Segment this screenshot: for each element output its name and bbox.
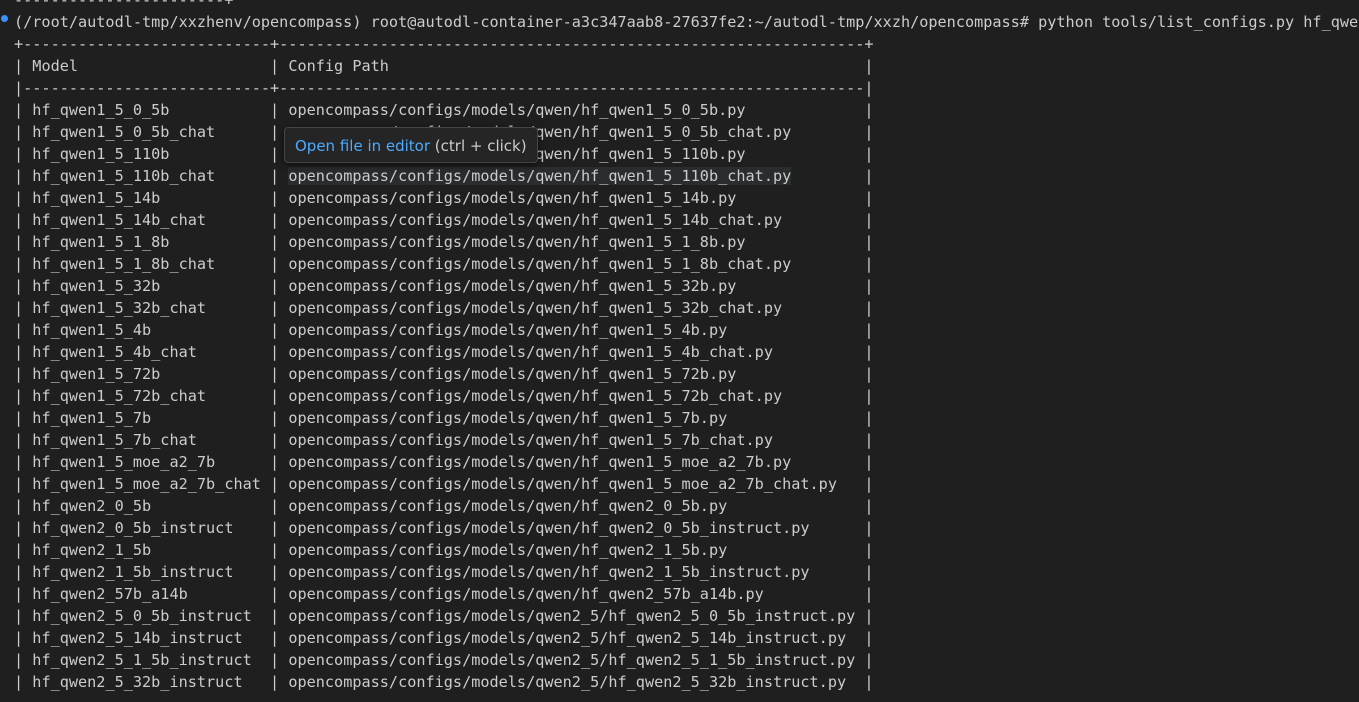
config-path-link[interactable]: opencompass/configs/models/qwen/hf_qwen1… <box>288 387 782 405</box>
header-model: Model <box>32 57 79 75</box>
model-name-cell: hf_qwen2_1_5b <box>32 541 152 559</box>
model-name-cell: hf_qwen1_5_4b_chat <box>32 343 197 361</box>
open-file-tooltip[interactable]: Open file in editor (ctrl + click) <box>284 127 538 163</box>
command-text: python tools/list_configs.py hf_qwen <box>1038 13 1359 31</box>
config-path-link[interactable]: opencompass/configs/models/qwen/hf_qwen1… <box>288 365 736 383</box>
config-path-link[interactable]: opencompass/configs/models/qwen/hf_qwen2… <box>288 541 727 559</box>
table-row: | hf_qwen1_5_72b | opencompass/configs/m… <box>14 365 874 383</box>
table-header-row: | Model | Config Path | <box>14 57 874 75</box>
table-row: | hf_qwen2_5_0_5b_instruct | opencompass… <box>14 607 874 625</box>
config-path-link[interactable]: opencompass/configs/models/qwen2_5/hf_qw… <box>288 629 846 647</box>
model-name-cell: hf_qwen1_5_4b <box>32 321 152 339</box>
model-name-cell: hf_qwen1_5_moe_a2_7b_chat <box>32 475 261 493</box>
table-row: | hf_qwen1_5_4b_chat | opencompass/confi… <box>14 343 874 361</box>
config-path-link[interactable]: opencompass/configs/models/qwen/hf_qwen1… <box>288 189 736 207</box>
config-path-link[interactable]: opencompass/configs/models/qwen2_5/hf_qw… <box>288 651 855 669</box>
model-name-cell: hf_qwen2_0_5b_instruct <box>32 519 234 537</box>
config-path-link[interactable]: opencompass/configs/models/qwen2_5/hf_qw… <box>288 673 846 691</box>
table-row: | hf_qwen2_1_5b | opencompass/configs/mo… <box>14 541 874 559</box>
config-path-link[interactable]: opencompass/configs/models/qwen/hf_qwen1… <box>288 255 791 273</box>
table-row: | hf_qwen1_5_32b_chat | opencompass/conf… <box>14 299 874 317</box>
config-path-link[interactable]: opencompass/configs/models/qwen/hf_qwen1… <box>288 101 745 119</box>
model-name-cell: hf_qwen1_5_1_8b <box>32 233 170 251</box>
config-path-link[interactable]: opencompass/configs/models/qwen/hf_qwen1… <box>288 299 782 317</box>
model-name-cell: hf_qwen1_5_0_5b <box>32 101 170 119</box>
table-border-mid: |---------------------------+-----------… <box>14 79 874 97</box>
table-row: | hf_qwen1_5_4b | opencompass/configs/mo… <box>14 321 874 339</box>
table-row: | hf_qwen1_5_0_5b | opencompass/configs/… <box>14 101 874 119</box>
terminal-panel[interactable]: -----------------------+ (/root/autodl-t… <box>0 0 1359 702</box>
config-path-link[interactable]: opencompass/configs/models/qwen/hf_qwen2… <box>288 585 763 603</box>
prompt-env: (/root/autodl-tmp/xxzhenv/opencompass) <box>14 13 362 31</box>
model-name-cell: hf_qwen1_5_14b_chat <box>32 211 207 229</box>
model-name-cell: hf_qwen1_5_72b <box>32 365 161 383</box>
config-path-link[interactable]: opencompass/configs/models/qwen/hf_qwen2… <box>288 497 727 515</box>
config-path-link[interactable]: opencompass/configs/models/qwen/hf_qwen1… <box>288 321 727 339</box>
model-name-cell: hf_qwen1_5_7b <box>32 409 152 427</box>
config-path-link[interactable]: opencompass/configs/models/qwen/hf_qwen1… <box>288 431 773 449</box>
table-row: | hf_qwen2_5_14b_instruct | opencompass/… <box>14 629 874 647</box>
model-name-cell: hf_qwen1_5_72b_chat <box>32 387 207 405</box>
model-name-cell: hf_qwen1_5_32b <box>32 277 161 295</box>
table-row: | hf_qwen1_5_14b_chat | opencompass/conf… <box>14 211 874 229</box>
table-row: | hf_qwen1_5_7b_chat | opencompass/confi… <box>14 431 874 449</box>
tooltip-shortcut-hint: (ctrl + click) <box>430 137 527 155</box>
config-path-link[interactable]: opencompass/configs/models/qwen/hf_qwen1… <box>288 167 792 185</box>
config-path-link[interactable]: opencompass/configs/models/qwen/hf_qwen1… <box>288 409 727 427</box>
model-name-cell: hf_qwen1_5_14b <box>32 189 161 207</box>
model-name-cell: hf_qwen2_5_1_5b_instruct <box>32 651 252 669</box>
table-row: | hf_qwen1_5_72b_chat | opencompass/conf… <box>14 387 874 405</box>
table-top-border-fragment: -----------------------+ <box>14 0 234 9</box>
model-name-cell: hf_qwen1_5_110b <box>32 145 170 163</box>
config-path-link[interactable]: opencompass/configs/models/qwen/hf_qwen1… <box>288 211 782 229</box>
table-row: | hf_qwen1_5_1_8b_chat | opencompass/con… <box>14 255 874 273</box>
config-path-link[interactable]: opencompass/configs/models/qwen/hf_qwen1… <box>288 453 791 471</box>
model-name-cell: hf_qwen2_1_5b_instruct <box>32 563 234 581</box>
open-file-in-editor-link[interactable]: Open file in editor <box>295 137 430 155</box>
model-name-cell: hf_qwen1_5_110b_chat <box>32 167 216 185</box>
table-row: | hf_qwen2_0_5b_instruct | opencompass/c… <box>14 519 874 537</box>
config-path-link[interactable]: opencompass/configs/models/qwen/hf_qwen2… <box>288 563 809 581</box>
table-row: | hf_qwen1_5_1_8b | opencompass/configs/… <box>14 233 874 251</box>
table-row: | hf_qwen2_5_1_5b_instruct | opencompass… <box>14 651 874 669</box>
config-path-link[interactable]: opencompass/configs/models/qwen/hf_qwen1… <box>288 277 736 295</box>
table-row: | hf_qwen1_5_110b_chat | opencompass/con… <box>14 167 874 185</box>
model-name-cell: hf_qwen2_5_32b_instruct <box>32 673 243 691</box>
config-path-link[interactable]: opencompass/configs/models/qwen/hf_qwen1… <box>288 343 773 361</box>
table-row: | hf_qwen2_5_32b_instruct | opencompass/… <box>14 673 874 691</box>
model-name-cell: hf_qwen2_5_0_5b_instruct <box>32 607 252 625</box>
table-row: | hf_qwen2_57b_a14b | opencompass/config… <box>14 585 874 603</box>
table-row: | hf_qwen1_5_7b | opencompass/configs/mo… <box>14 409 874 427</box>
config-path-link[interactable]: opencompass/configs/models/qwen/hf_qwen1… <box>288 475 837 493</box>
prompt-line: (/root/autodl-tmp/xxzhenv/opencompass) r… <box>14 11 1359 33</box>
config-path-link[interactable]: opencompass/configs/models/qwen2_5/hf_qw… <box>288 607 855 625</box>
config-path-link[interactable]: opencompass/configs/models/qwen/hf_qwen1… <box>288 233 745 251</box>
model-name-cell: hf_qwen1_5_moe_a2_7b <box>32 453 216 471</box>
table-row: | hf_qwen1_5_moe_a2_7b_chat | opencompas… <box>14 475 874 493</box>
table-row: | hf_qwen1_5_14b | opencompass/configs/m… <box>14 189 874 207</box>
model-name-cell: hf_qwen2_5_14b_instruct <box>32 629 243 647</box>
model-name-cell: hf_qwen2_57b_a14b <box>32 585 188 603</box>
header-config-path: Config Path <box>288 57 389 75</box>
table-row: | hf_qwen1_5_32b | opencompass/configs/m… <box>14 277 874 295</box>
prompt-user: root@autodl-container-a3c347aab8-27637fe… <box>370 13 1029 31</box>
model-name-cell: hf_qwen1_5_32b_chat <box>32 299 207 317</box>
model-name-cell: hf_qwen1_5_1_8b_chat <box>32 255 216 273</box>
config-path-link[interactable]: opencompass/configs/models/qwen/hf_qwen2… <box>288 519 809 537</box>
table-row: | hf_qwen2_1_5b_instruct | opencompass/c… <box>14 563 874 581</box>
model-name-cell: hf_qwen1_5_0_5b_chat <box>32 123 216 141</box>
model-name-cell: hf_qwen2_0_5b <box>32 497 152 515</box>
table-border-top: +---------------------------+-----------… <box>14 35 874 53</box>
command-decoration-icon[interactable] <box>1 15 8 22</box>
table-row: | hf_qwen1_5_moe_a2_7b | opencompass/con… <box>14 453 874 471</box>
model-name-cell: hf_qwen1_5_7b_chat <box>32 431 197 449</box>
table-row: | hf_qwen2_0_5b | opencompass/configs/mo… <box>14 497 874 515</box>
